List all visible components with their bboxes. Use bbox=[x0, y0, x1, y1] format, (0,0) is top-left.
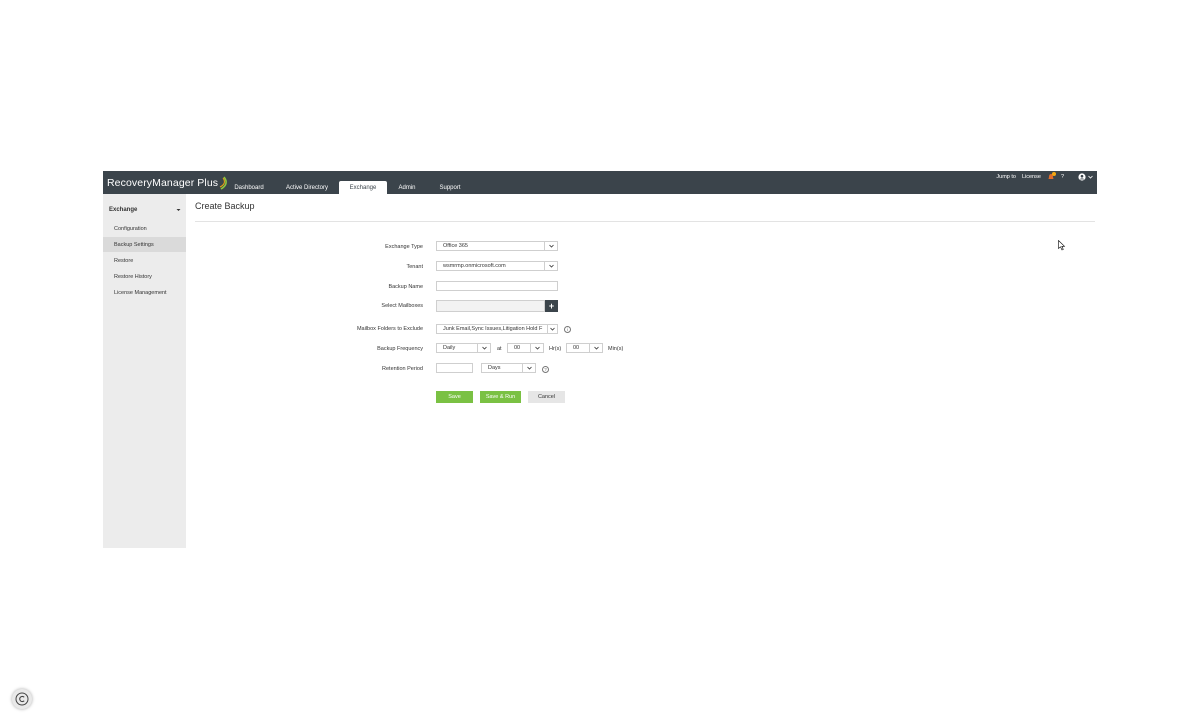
sidebar: Exchange Configuration Backup Settings R… bbox=[103, 194, 186, 548]
retention-period-label: Retention Period bbox=[382, 366, 423, 372]
chevron-down-icon bbox=[547, 325, 557, 333]
sidebar-item-backup-settings[interactable]: Backup Settings bbox=[103, 237, 186, 252]
tenant-label: Tenant bbox=[406, 264, 423, 270]
help-icon[interactable]: ? bbox=[1061, 174, 1064, 180]
sidebar-item-restore-history[interactable]: Restore History bbox=[103, 269, 186, 284]
notification-icon[interactable] bbox=[1047, 172, 1056, 181]
exchange-type-label: Exchange Type bbox=[385, 244, 423, 250]
backup-frequency-label: Backup Frequency bbox=[377, 346, 423, 352]
hours-unit-label: Hr(s) bbox=[549, 346, 562, 352]
hours-select[interactable]: 00 bbox=[507, 343, 544, 353]
tab-exchange[interactable]: Exchange bbox=[339, 181, 387, 194]
logo-suffix: Plus bbox=[197, 177, 219, 189]
caret-down-icon bbox=[176, 209, 181, 211]
cancel-button[interactable]: Cancel bbox=[528, 391, 565, 403]
tab-support[interactable]: Support bbox=[427, 181, 473, 194]
sidebar-item-restore[interactable]: Restore bbox=[103, 253, 186, 268]
help-icon[interactable]: ? bbox=[542, 366, 549, 373]
mailbox-folders-value: Junk Email,Sync Issues,Litigation Hold F bbox=[443, 326, 543, 332]
copyright-icon bbox=[15, 692, 29, 706]
copyright-button[interactable] bbox=[12, 689, 32, 709]
sidebar-header-label: Exchange bbox=[109, 207, 138, 213]
backup-name-input[interactable] bbox=[436, 281, 558, 291]
title-divider bbox=[195, 221, 1095, 222]
retention-unit-select[interactable]: Days bbox=[481, 363, 536, 373]
license-link[interactable]: License bbox=[1022, 174, 1041, 180]
save-and-run-button[interactable]: Save & Run bbox=[480, 391, 521, 403]
top-navigation-bar: RecoveryManager Plus Dashboard Active Di… bbox=[103, 171, 1097, 194]
add-mailbox-button[interactable]: + bbox=[545, 300, 558, 312]
select-mailboxes-label: Select Mailboxes bbox=[381, 303, 423, 309]
tab-active-directory[interactable]: Active Directory bbox=[275, 181, 339, 194]
mouse-cursor-icon bbox=[1058, 240, 1066, 251]
exchange-type-value: Office 365 bbox=[443, 243, 468, 249]
user-menu[interactable] bbox=[1078, 173, 1093, 181]
page-title: Create Backup bbox=[195, 201, 255, 211]
save-button[interactable]: Save bbox=[436, 391, 473, 403]
tenant-value: wsmrmp.onmicrosoft.com bbox=[443, 263, 506, 269]
sidebar-header[interactable]: Exchange bbox=[109, 206, 181, 214]
minutes-select[interactable]: 00 bbox=[566, 343, 603, 353]
exchange-type-select[interactable]: Office 365 bbox=[436, 241, 558, 251]
mailbox-folders-select[interactable]: Junk Email,Sync Issues,Litigation Hold F bbox=[436, 324, 558, 334]
hours-value: 00 bbox=[514, 345, 521, 351]
main-nav: Dashboard Active Directory Exchange Admi… bbox=[223, 181, 473, 194]
chevron-down-icon bbox=[589, 344, 602, 352]
user-avatar-icon bbox=[1078, 173, 1086, 181]
info-icon[interactable]: i bbox=[564, 326, 571, 333]
top-right-actions: Jump to License ? bbox=[996, 172, 1093, 182]
chevron-down-icon bbox=[544, 242, 557, 250]
chevron-down-icon bbox=[477, 344, 490, 352]
backup-frequency-value: Daily bbox=[443, 345, 456, 351]
mailbox-folders-label: Mailbox Folders to Exclude bbox=[356, 326, 423, 332]
backup-frequency-select[interactable]: Daily bbox=[436, 343, 491, 353]
sidebar-item-configuration[interactable]: Configuration bbox=[103, 221, 186, 236]
sidebar-item-license-management[interactable]: License Management bbox=[103, 285, 186, 300]
logo-text: RecoveryManager bbox=[107, 177, 195, 189]
tab-dashboard[interactable]: Dashboard bbox=[223, 181, 275, 194]
app-window: RecoveryManager Plus Dashboard Active Di… bbox=[103, 171, 1097, 548]
backup-name-label: Backup Name bbox=[388, 284, 423, 290]
chevron-down-icon bbox=[1088, 175, 1093, 179]
retention-unit-value: Days bbox=[488, 365, 501, 371]
jump-to-link[interactable]: Jump to bbox=[996, 174, 1016, 180]
chevron-down-icon bbox=[544, 262, 557, 270]
tab-admin[interactable]: Admin bbox=[387, 181, 427, 194]
product-logo[interactable]: RecoveryManager Plus bbox=[107, 175, 229, 191]
retention-period-input[interactable] bbox=[436, 363, 473, 373]
tenant-select[interactable]: wsmrmp.onmicrosoft.com bbox=[436, 261, 558, 271]
at-label: at bbox=[497, 346, 502, 352]
chevron-down-icon bbox=[522, 364, 535, 372]
chevron-down-icon bbox=[530, 344, 543, 352]
minutes-unit-label: Min(s) bbox=[608, 346, 624, 352]
minutes-value: 00 bbox=[573, 345, 580, 351]
select-mailboxes-input[interactable] bbox=[436, 300, 545, 312]
